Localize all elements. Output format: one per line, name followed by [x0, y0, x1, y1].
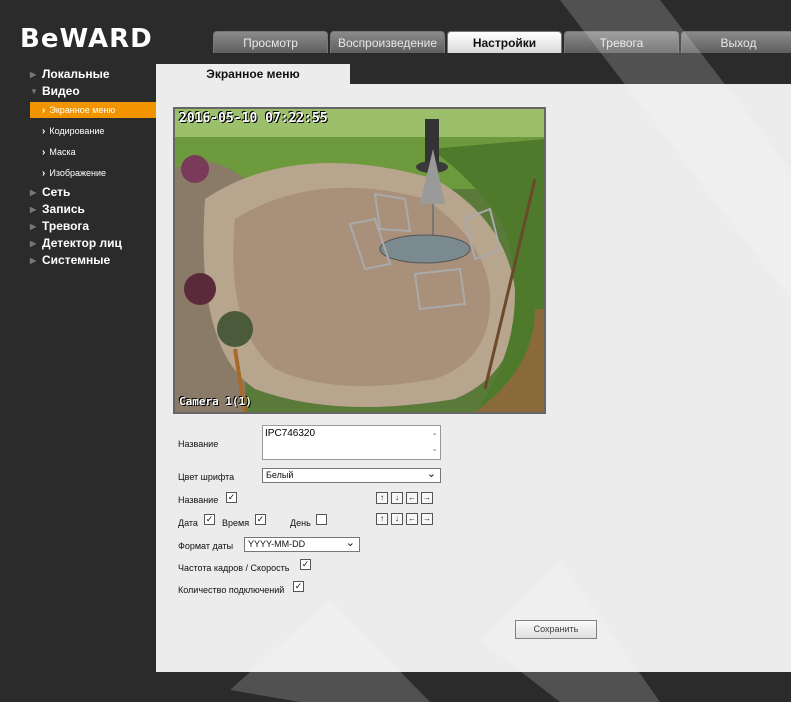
triangle-right-icon: ▶ [30, 222, 37, 231]
sidebar-item-system[interactable]: ▶ Системные [28, 252, 156, 269]
chevron-right-icon: › [42, 147, 46, 158]
triangle-right-icon: ▶ [30, 205, 37, 214]
day-checkbox[interactable] [316, 514, 327, 525]
font-color-label: Цвет шрифта [178, 472, 235, 482]
textarea-scroll-icon[interactable]: ⌃ ⌄ [431, 431, 438, 455]
video-preview: 2016-05-10 07:22:55 Camera 1(1) [173, 107, 546, 414]
fps-label: Частота кадров / Скорость [178, 563, 290, 573]
day-label: День [290, 518, 311, 528]
arrow-down-icon[interactable]: ↓ [391, 492, 403, 504]
triangle-right-icon: ▶ [30, 188, 37, 197]
arrow-right-icon[interactable]: → [421, 492, 433, 504]
name-position-arrows: ↑ ↓ ← → [376, 492, 433, 504]
date-label: Дата [178, 518, 198, 528]
camera-image [175, 109, 544, 412]
date-checkbox[interactable]: ✓ [204, 514, 215, 525]
subtab-osd[interactable]: Экранное меню [156, 64, 350, 85]
osd-camera-name: Camera 1(1) [179, 395, 252, 408]
date-format-value: YYYY-MM-DD [248, 539, 306, 549]
chevron-right-icon: › [42, 105, 46, 116]
date-format-label: Формат даты [178, 541, 234, 551]
fps-checkbox[interactable]: ✓ [300, 559, 311, 570]
triangle-right-icon: ▶ [30, 70, 37, 79]
time-checkbox[interactable]: ✓ [255, 514, 266, 525]
sidebar-item-face-detector[interactable]: ▶ Детектор лиц [28, 235, 156, 252]
sidebar-item-local[interactable]: ▶ Локальные [28, 66, 156, 83]
connections-label: Количество подключений [178, 585, 285, 595]
arrow-up-icon[interactable]: ↑ [376, 513, 388, 525]
arrow-down-icon[interactable]: ↓ [391, 513, 403, 525]
arrow-up-icon[interactable]: ↑ [376, 492, 388, 504]
show-name-checkbox[interactable]: ✓ [226, 492, 237, 503]
sidebar-item-video[interactable]: ▼ Видео [28, 83, 156, 100]
show-name-label: Название [178, 495, 219, 505]
tab-view[interactable]: Просмотр [213, 31, 328, 53]
sidebar-item-network[interactable]: ▶ Сеть [28, 184, 156, 201]
osd-timestamp: 2016-05-10 07:22:55 [179, 111, 328, 126]
sidebar-item-record[interactable]: ▶ Запись [28, 201, 156, 218]
tab-settings[interactable]: Настройки [447, 31, 562, 53]
chevron-right-icon: › [42, 126, 46, 137]
date-position-arrows: ↑ ↓ ← → [376, 513, 433, 525]
tab-alarm[interactable]: Тревога [564, 31, 679, 53]
sidebar-sub-osd[interactable]: › Экранное меню [30, 102, 156, 118]
sidebar-sub-mask[interactable]: › Маска [28, 142, 156, 163]
triangle-down-icon: ▼ [30, 87, 38, 96]
tab-exit[interactable]: Выход [681, 31, 791, 53]
time-label: Время [222, 518, 250, 528]
connections-checkbox[interactable]: ✓ [293, 581, 304, 592]
name-textarea[interactable]: IPC746320 ⌃ ⌄ [262, 425, 441, 460]
name-label: Название [178, 439, 219, 449]
sidebar-item-alarm[interactable]: ▶ Тревога [28, 218, 156, 235]
chevron-down-icon: ⌄ [345, 537, 355, 549]
sidebar: ▶ Локальные ▼ Видео › Экранное меню › Кодиро… [28, 66, 156, 269]
font-color-value: Белый [266, 470, 294, 480]
triangle-right-icon: ▶ [30, 256, 37, 265]
arrow-left-icon[interactable]: ← [406, 513, 418, 525]
arrow-right-icon[interactable]: → [421, 513, 433, 525]
chevron-down-icon: ⌄ [426, 468, 436, 480]
tab-playback[interactable]: Воспроизведение [330, 31, 445, 53]
beward-logo: BeWARD [20, 24, 153, 54]
font-color-select[interactable]: Белый ⌄ [262, 468, 441, 483]
save-button[interactable]: Сохранить [515, 620, 597, 639]
top-navigation: Просмотр Воспроизведение Настройки Трево… [213, 31, 791, 53]
arrow-left-icon[interactable]: ← [406, 492, 418, 504]
triangle-right-icon: ▶ [30, 239, 37, 248]
chevron-right-icon: › [42, 168, 46, 179]
date-format-select[interactable]: YYYY-MM-DD ⌄ [244, 537, 360, 552]
name-value: IPC746320 [265, 428, 316, 439]
sidebar-sub-encoding[interactable]: › Кодирование [28, 121, 156, 142]
sidebar-sub-image[interactable]: › Изображение [28, 163, 156, 184]
app-root: BeWARD Просмотр Воспроизведение Настройк… [0, 0, 791, 702]
